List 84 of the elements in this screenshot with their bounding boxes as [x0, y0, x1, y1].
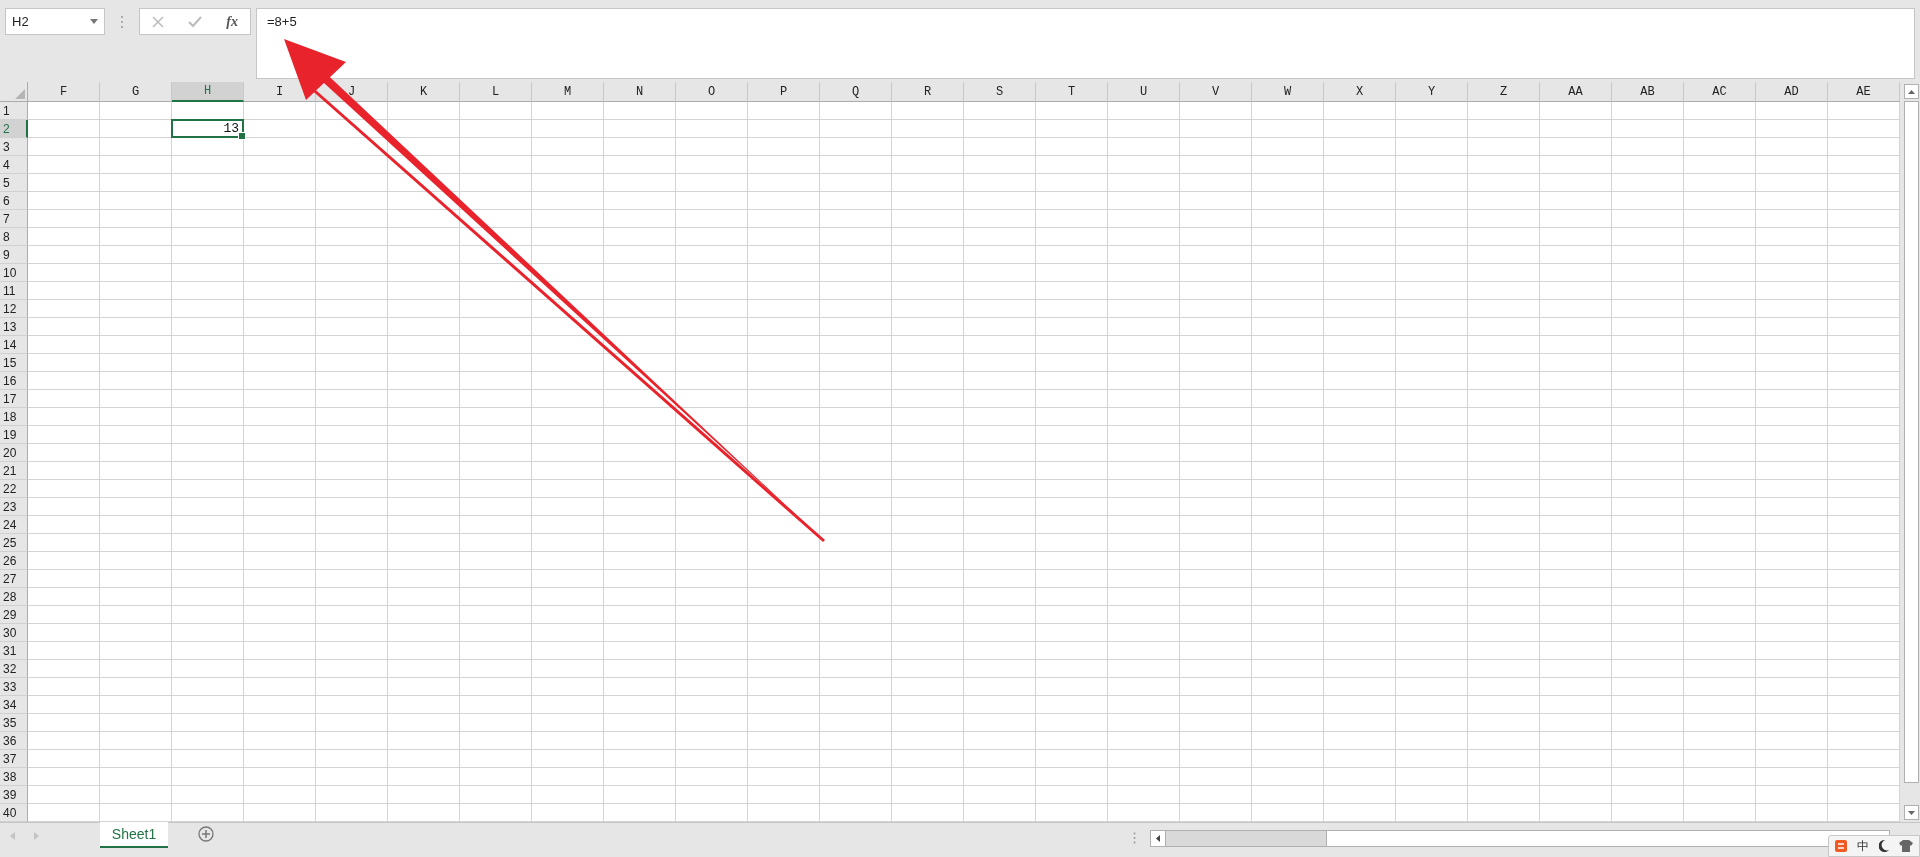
column-header[interactable]: Y [1396, 82, 1468, 102]
scroll-up-icon[interactable] [1904, 84, 1919, 99]
column-header[interactable]: G [100, 82, 172, 102]
row-header[interactable]: 17 [0, 390, 28, 408]
row-header[interactable]: 15 [0, 354, 28, 372]
cancel-icon[interactable] [150, 13, 167, 30]
row-header[interactable]: 32 [0, 660, 28, 678]
ime-logo-icon[interactable] [1835, 840, 1847, 852]
vertical-scrollbar-thumb[interactable] [1904, 101, 1919, 783]
selected-cell[interactable]: 13 [171, 119, 244, 138]
shirt-icon[interactable] [1899, 840, 1913, 852]
row-header[interactable]: 39 [0, 786, 28, 804]
row-header[interactable]: 29 [0, 606, 28, 624]
row-header[interactable]: 37 [0, 750, 28, 768]
row-header[interactable]: 12 [0, 300, 28, 318]
row-header[interactable]: 21 [0, 462, 28, 480]
row-header[interactable]: 9 [0, 246, 28, 264]
row-header[interactable]: 6 [0, 192, 28, 210]
column-header[interactable]: X [1324, 82, 1396, 102]
row-header[interactable]: 4 [0, 156, 28, 174]
row-header[interactable]: 14 [0, 336, 28, 354]
row-header[interactable]: 22 [0, 480, 28, 498]
row-header[interactable]: 40 [0, 804, 28, 822]
moon-icon[interactable] [1879, 840, 1889, 852]
formula-input[interactable]: =8+5 [256, 8, 1915, 79]
row-header[interactable]: 30 [0, 624, 28, 642]
column-header[interactable]: O [676, 82, 748, 102]
row-header[interactable]: 16 [0, 372, 28, 390]
column-header[interactable]: Q [820, 82, 892, 102]
row-header[interactable]: 36 [0, 732, 28, 750]
row-header[interactable]: 35 [0, 714, 28, 732]
column-header[interactable]: AD [1756, 82, 1828, 102]
row-header[interactable]: 34 [0, 696, 28, 714]
grip-icon [119, 15, 125, 29]
row-header[interactable]: 23 [0, 498, 28, 516]
row-header[interactable]: 1 [0, 102, 28, 120]
column-header[interactable]: L [460, 82, 532, 102]
row-header[interactable]: 7 [0, 210, 28, 228]
row-header[interactable]: 33 [0, 678, 28, 696]
column-header[interactable]: T [1036, 82, 1108, 102]
scroll-left-icon[interactable] [1151, 830, 1166, 846]
row-header[interactable]: 20 [0, 444, 28, 462]
row-header[interactable]: 26 [0, 552, 28, 570]
column-header[interactable]: P [748, 82, 820, 102]
input-mode-label[interactable]: 中 [1857, 837, 1869, 855]
name-box[interactable]: H2 [5, 8, 105, 35]
column-header[interactable]: N [604, 82, 676, 102]
splitter-icon[interactable] [1133, 832, 1136, 844]
column-header[interactable]: AC [1684, 82, 1756, 102]
column-header[interactable]: F [28, 82, 100, 102]
row-header[interactable]: 8 [0, 228, 28, 246]
fill-handle[interactable] [238, 132, 246, 140]
column-header[interactable]: U [1108, 82, 1180, 102]
column-header[interactable]: W [1252, 82, 1324, 102]
column-header[interactable]: Z [1468, 82, 1540, 102]
dropdown-caret-icon[interactable] [90, 19, 98, 24]
scroll-down-icon[interactable] [1904, 805, 1919, 820]
column-header[interactable]: K [388, 82, 460, 102]
row-header[interactable]: 13 [0, 318, 28, 336]
row-header[interactable]: 3 [0, 138, 28, 156]
column-header[interactable]: H [172, 82, 244, 102]
row-header[interactable]: 31 [0, 642, 28, 660]
select-all-icon[interactable] [15, 89, 25, 99]
column-header[interactable]: AA [1540, 82, 1612, 102]
row-header[interactable]: 11 [0, 282, 28, 300]
row-header[interactable]: 19 [0, 426, 28, 444]
column-header[interactable]: AB [1612, 82, 1684, 102]
column-header[interactable]: V [1180, 82, 1252, 102]
column-header[interactable]: S [964, 82, 1036, 102]
row-header[interactable]: 25 [0, 534, 28, 552]
row-header[interactable]: 10 [0, 264, 28, 282]
row-header[interactable]: 38 [0, 768, 28, 786]
row-header[interactable]: 27 [0, 570, 28, 588]
row-header[interactable]: 2 [0, 120, 28, 138]
row-header[interactable]: 18 [0, 408, 28, 426]
column-header[interactable]: R [892, 82, 964, 102]
sheet-tab[interactable]: Sheet1 [100, 822, 168, 848]
row-header[interactable]: 24 [0, 516, 28, 534]
column-header[interactable]: AE [1828, 82, 1900, 102]
add-sheet-icon[interactable] [198, 826, 214, 842]
row-header[interactable]: 5 [0, 174, 28, 192]
column-header[interactable]: M [532, 82, 604, 102]
insert-function-button[interactable]: fx [224, 13, 240, 30]
row-header[interactable]: 28 [0, 588, 28, 606]
